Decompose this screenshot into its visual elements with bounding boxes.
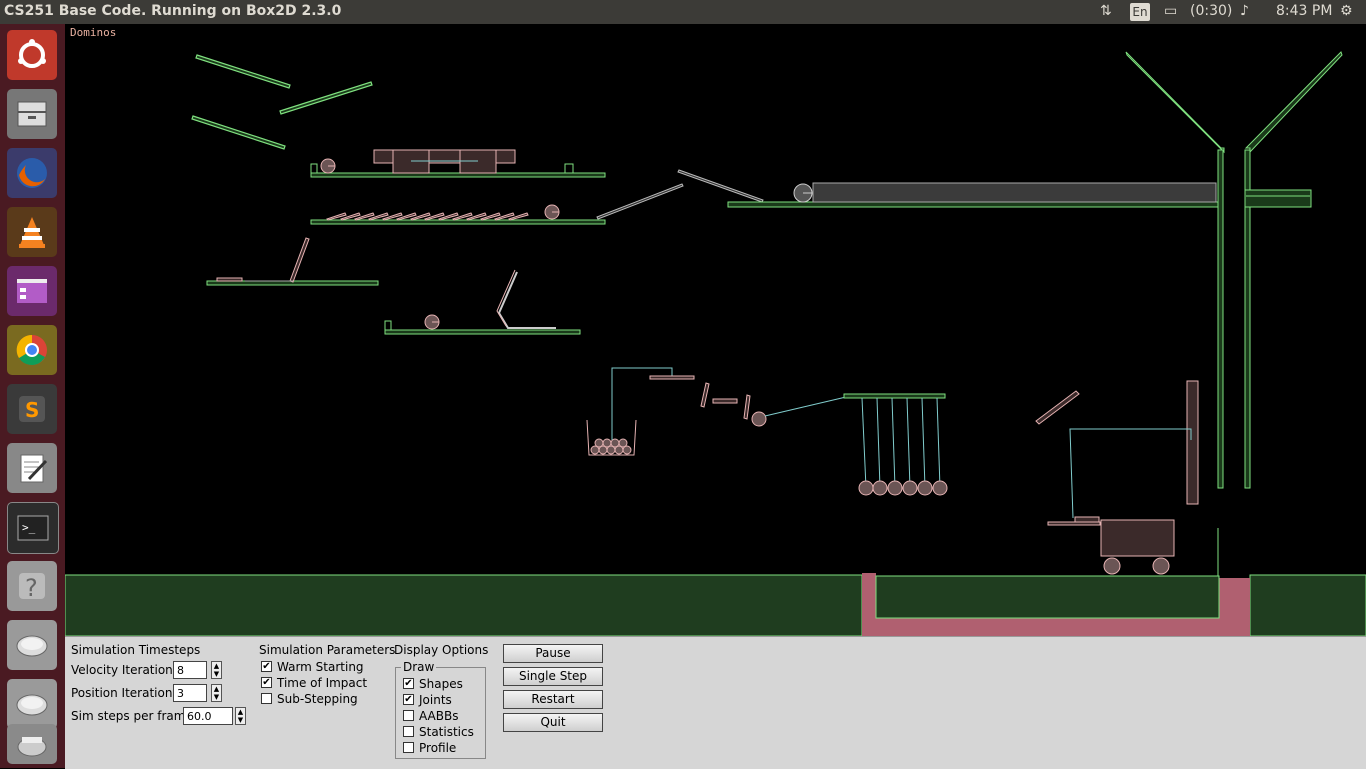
position-iterations-label: Position Iterations — [71, 686, 179, 700]
sublime-text-icon[interactable]: S — [7, 384, 57, 434]
clock[interactable]: 8:43 PM — [1276, 3, 1332, 19]
trash-icon[interactable] — [7, 724, 57, 764]
timesteps-header: Simulation Timesteps — [71, 643, 201, 657]
launcher: S >_ ? — [0, 24, 66, 768]
files-icon[interactable] — [7, 89, 57, 139]
battery-time[interactable]: (0:30) — [1190, 3, 1232, 19]
shapes-label: Shapes — [419, 677, 463, 691]
drive-icon[interactable] — [7, 620, 57, 670]
firefox-icon[interactable] — [7, 148, 57, 198]
newtons-cradle — [843, 393, 948, 496]
display-options-header: Display Options — [394, 643, 489, 657]
app-window-icon[interactable] — [7, 266, 57, 316]
statistics-checkbox[interactable] — [403, 726, 414, 737]
funnel — [1125, 51, 1343, 489]
shelf-3 — [206, 237, 379, 286]
time-of-impact-checkbox[interactable]: ✔ — [261, 677, 272, 688]
restart-button[interactable]: Restart — [503, 690, 603, 709]
joints-label: Joints — [419, 693, 452, 707]
window-title: CS251 Base Code. Running on Box2D 2.3.0 — [4, 3, 342, 19]
terminal-icon[interactable]: >_ — [7, 502, 59, 554]
shelf-4 — [384, 269, 581, 335]
inclines — [596, 169, 764, 220]
drive-icon[interactable] — [7, 679, 57, 729]
scene-drawing — [65, 51, 1366, 636]
keyboard-layout-indicator[interactable]: En — [1130, 3, 1150, 21]
battery-icon[interactable]: ▭ — [1164, 3, 1177, 19]
control-panel: Simulation Timesteps Velocity Iterations… — [65, 636, 1366, 769]
svg-text:>_: >_ — [22, 521, 36, 534]
single-step-button[interactable]: Single Step — [503, 667, 603, 686]
ramps — [191, 54, 373, 150]
time-of-impact-label: Time of Impact — [277, 676, 368, 690]
simulation-canvas[interactable]: Dominos — [65, 24, 1366, 636]
sim-steps-input[interactable]: 60.0 — [183, 707, 233, 725]
position-iterations-input[interactable]: 3 — [173, 684, 207, 702]
top-right-platform — [727, 182, 1221, 208]
aabbs-checkbox[interactable] — [403, 710, 414, 721]
cart-assembly — [1035, 380, 1199, 575]
dominos — [326, 212, 529, 221]
shelf-1 — [310, 149, 606, 178]
text-editor-icon[interactable] — [7, 443, 57, 493]
settings-gear-icon[interactable]: ⚙ — [1340, 3, 1353, 19]
ubuntu-dash-icon[interactable] — [7, 30, 57, 80]
pulley-bucket — [586, 367, 695, 456]
position-iterations-spinner[interactable]: ▲ ▼ — [211, 684, 222, 702]
params-header: Simulation Parameters — [259, 643, 396, 657]
sim-steps-label: Sim steps per frame — [71, 709, 193, 723]
scene-title: Dominos — [70, 26, 117, 39]
svg-text:S: S — [25, 398, 39, 422]
sim-steps-spinner[interactable]: ▲ ▼ — [235, 707, 246, 725]
sub-stepping-label: Sub-Stepping — [277, 692, 358, 706]
help-icon[interactable]: ? — [7, 561, 57, 611]
volume-icon[interactable]: ♪ — [1240, 3, 1249, 19]
velocity-iterations-label: Velocity Iterations — [71, 663, 180, 677]
shelf-2 — [310, 204, 606, 225]
aabbs-label: AABBs — [419, 709, 459, 723]
svg-text:?: ? — [25, 574, 38, 602]
profile-checkbox[interactable] — [403, 742, 414, 753]
top-panel: CS251 Base Code. Running on Box2D 2.3.0 … — [0, 0, 1366, 24]
pause-button[interactable]: Pause — [503, 644, 603, 663]
warm-starting-checkbox[interactable]: ✔ — [261, 661, 272, 672]
sub-stepping-checkbox[interactable] — [261, 693, 272, 704]
velocity-iterations-spinner[interactable]: ▲ ▼ — [211, 661, 222, 679]
quit-button[interactable]: Quit — [503, 713, 603, 732]
velocity-iterations-input[interactable]: 8 — [173, 661, 207, 679]
draw-group-label: Draw — [401, 660, 437, 674]
joints-checkbox[interactable]: ✔ — [403, 694, 414, 705]
shapes-checkbox[interactable]: ✔ — [403, 678, 414, 689]
vlc-icon[interactable] — [7, 207, 57, 257]
statistics-label: Statistics — [419, 725, 474, 739]
small-blocks — [700, 382, 767, 427]
warm-starting-label: Warm Starting — [277, 660, 364, 674]
chrome-icon[interactable] — [7, 325, 57, 375]
network-icon[interactable]: ⇅ — [1100, 3, 1112, 19]
profile-label: Profile — [419, 741, 457, 755]
